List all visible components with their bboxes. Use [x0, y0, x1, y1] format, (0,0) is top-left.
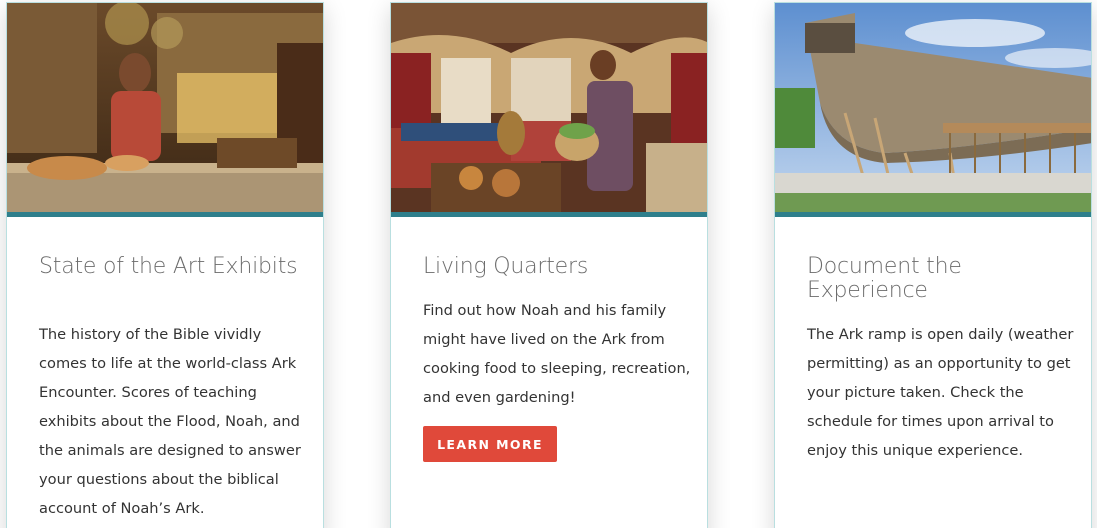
card-description: The Ark ramp is open daily (weather perm…	[807, 326, 1074, 459]
exhibit-photo	[7, 3, 323, 212]
feature-cards: State of the Art Exhibits The history of…	[0, 0, 1097, 528]
card-living-quarters: Living Quarters Find out how Noah and hi…	[390, 2, 708, 528]
learn-more-button[interactable]: LEARN MORE	[423, 426, 557, 462]
card-description: The history of the Bible vividly comes t…	[39, 326, 301, 517]
living-quarters-photo	[391, 3, 707, 212]
card-description: Find out how Noah and his family might h…	[423, 302, 691, 406]
card-document-the-experience: Document the Experience The Ark ramp is …	[774, 2, 1092, 528]
card-title: State of the Art Exhibits	[39, 254, 298, 279]
accent-bar	[7, 212, 323, 217]
card-title: Document the Experience	[807, 254, 962, 303]
card-title: Living Quarters	[423, 254, 589, 279]
accent-bar	[391, 212, 707, 217]
accent-bar	[775, 212, 1091, 217]
card-state-of-the-art-exhibits: State of the Art Exhibits The history of…	[6, 2, 324, 528]
ark-exterior-photo	[775, 3, 1091, 212]
